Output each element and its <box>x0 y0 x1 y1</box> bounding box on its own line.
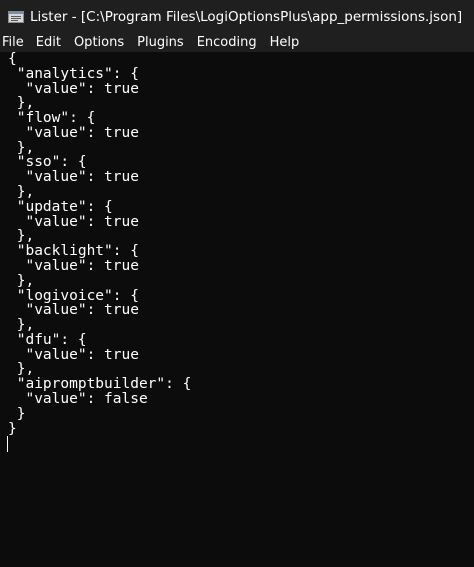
menu-plugins[interactable]: Plugins <box>137 34 184 52</box>
text-cursor <box>7 436 8 452</box>
lister-app-icon <box>8 11 24 23</box>
lister-window: Lister - [C:\Program Files\LogiOptionsPl… <box>0 0 474 567</box>
menu-edit[interactable]: Edit <box>36 34 61 52</box>
menu-bar: File Edit Options Plugins Encoding Help <box>0 34 474 52</box>
text-viewer[interactable]: { "analytics": { "value": true }, "flow"… <box>0 52 474 567</box>
menu-encoding[interactable]: Encoding <box>197 34 257 52</box>
menu-file[interactable]: File <box>2 34 24 52</box>
menu-options[interactable]: Options <box>74 34 124 52</box>
menu-help[interactable]: Help <box>270 34 300 52</box>
window-title: Lister - [C:\Program Files\LogiOptionsPl… <box>30 9 463 25</box>
file-content[interactable]: { "analytics": { "value": true }, "flow"… <box>8 52 191 436</box>
title-bar[interactable]: Lister - [C:\Program Files\LogiOptionsPl… <box>0 0 474 34</box>
